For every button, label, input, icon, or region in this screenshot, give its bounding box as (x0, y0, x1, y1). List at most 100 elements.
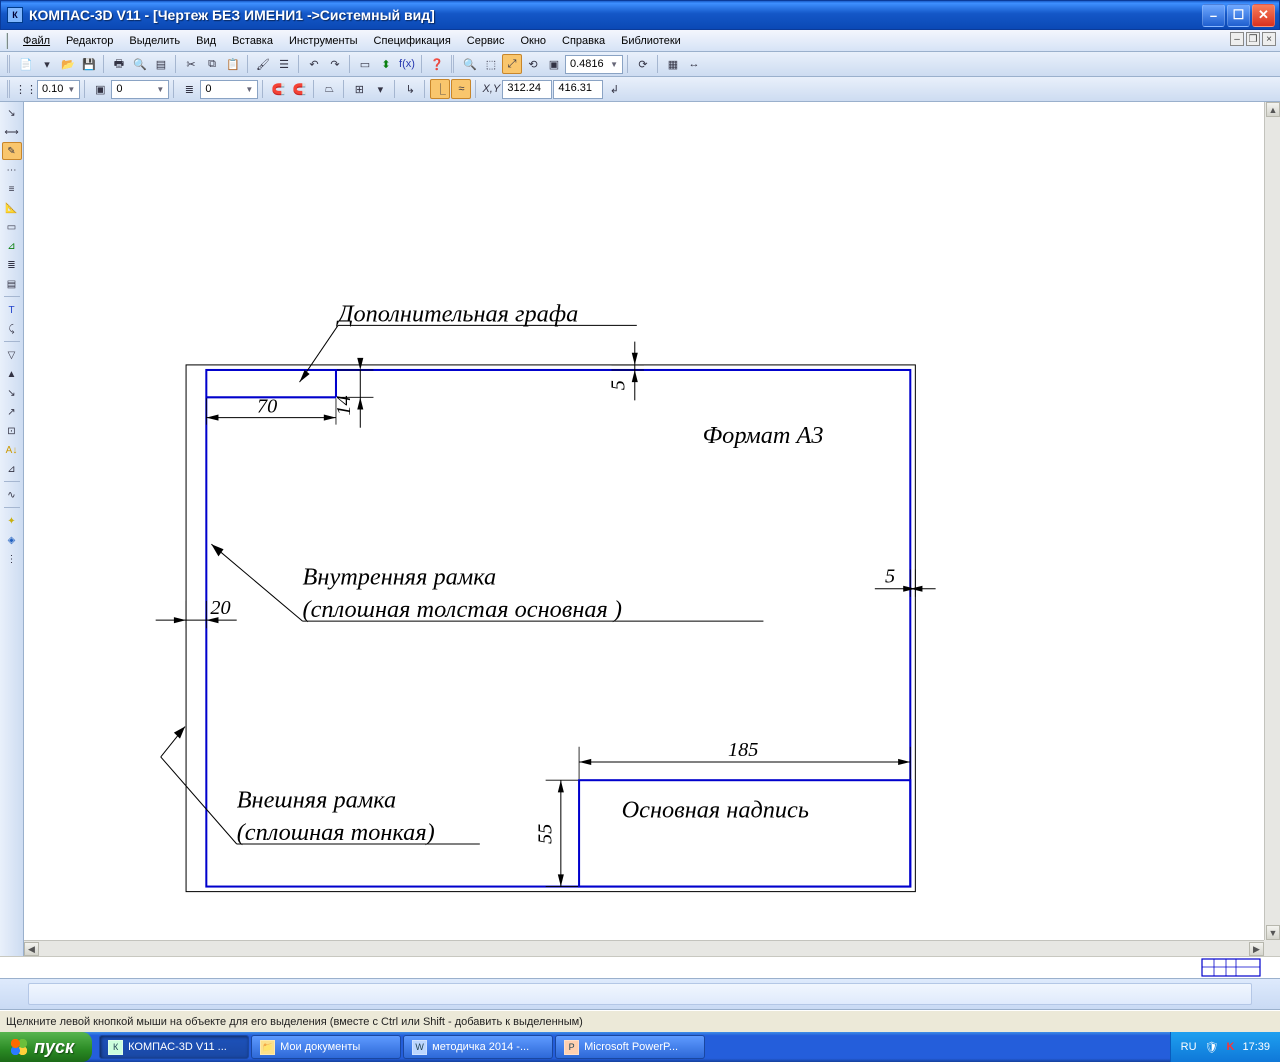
lcs-button[interactable]: ↳ (400, 79, 420, 99)
menu-help[interactable]: Справка (554, 33, 613, 49)
language-indicator[interactable]: RU (1181, 1041, 1197, 1053)
tool-text-btn[interactable]: Т (2, 301, 22, 319)
round-button[interactable]: ≈ (451, 79, 471, 99)
mdi-minimize-button[interactable]: – (1230, 32, 1244, 46)
zoom-prev-button[interactable]: ⟲ (523, 54, 543, 74)
menu-service[interactable]: Сервис (459, 33, 513, 49)
taskbar-item-kompas[interactable]: ККОМПАС-3D V11 ... (99, 1035, 249, 1059)
panel-assoc-btn[interactable]: ▤ (2, 275, 22, 293)
grid-button[interactable]: ⊞ (349, 79, 369, 99)
window-minimize-button[interactable]: – (1202, 4, 1225, 27)
window-maximize-button[interactable]: ☐ (1227, 4, 1250, 27)
taskbar-item-powerpoint[interactable]: PMicrosoft PowerP... (555, 1035, 705, 1059)
cut-button[interactable]: ✂ (181, 54, 201, 74)
zoom-fit-button[interactable]: ▣ (544, 54, 564, 74)
horizontal-scrollbar[interactable]: ◀ ▶ (24, 940, 1264, 956)
panel-report-btn[interactable]: ≣ (2, 256, 22, 274)
tray-antivirus-icon[interactable]: K (1227, 1041, 1235, 1053)
save-button[interactable]: 💾 (79, 54, 99, 74)
state-a-button[interactable]: ▣ (90, 79, 110, 99)
panel-measure-btn[interactable]: 📐 (2, 199, 22, 217)
menu-file[interactable]: Файл (15, 33, 58, 49)
param-button[interactable]: ⏢ (319, 79, 339, 99)
tray-clock[interactable]: 17:39 (1242, 1041, 1270, 1053)
copy-button[interactable]: ⧉ (202, 54, 222, 74)
menu-spec[interactable]: Спецификация (366, 33, 459, 49)
tool-leader-btn[interactable]: ⤹ (2, 320, 22, 338)
menu-edit[interactable]: Редактор (58, 33, 121, 49)
drawing-canvas[interactable]: 70 14 5 5 (24, 102, 1280, 956)
panel-annotate-btn[interactable]: ✎ (2, 142, 22, 160)
panel-spec-btn[interactable]: ⊿ (2, 237, 22, 255)
tool-arrow-btn[interactable]: ↘ (2, 384, 22, 402)
taskbar-item-word[interactable]: Wметодичка 2014 -... (403, 1035, 553, 1059)
tool-axis-btn[interactable]: ✦ (2, 512, 22, 530)
grid-dd-button[interactable]: ▾ (370, 79, 390, 99)
system-tray[interactable]: RU 🛡 K 17:39 (1170, 1032, 1280, 1062)
scroll-right-button[interactable]: ▶ (1249, 942, 1264, 956)
tool-table-btn[interactable]: ◈ (2, 531, 22, 549)
refresh-button[interactable]: ⟳ (633, 54, 653, 74)
undo-button[interactable]: ↶ (304, 54, 324, 74)
tray-shield-icon[interactable]: 🛡 (1205, 1041, 1219, 1054)
tool-pos-btn[interactable]: A↓ (2, 441, 22, 459)
panel-select-btn[interactable]: ▭ (2, 218, 22, 236)
zoom-in-button[interactable]: 🔍 (460, 54, 480, 74)
tool-center-btn[interactable]: ∿ (2, 486, 22, 504)
menu-tools[interactable]: Инструменты (281, 33, 366, 49)
new-dd-button[interactable]: ▾ (37, 54, 57, 74)
tool-more-btn[interactable]: ⋮ (2, 550, 22, 568)
properties-button[interactable]: ☰ (274, 54, 294, 74)
paste-button[interactable]: 📋 (223, 54, 243, 74)
variables-button[interactable]: f(x) (397, 54, 417, 74)
menu-view[interactable]: Вид (188, 33, 224, 49)
panel-edit-btn[interactable]: ⋯ (2, 161, 22, 179)
coord-y-field[interactable]: 416.31 (553, 80, 603, 99)
scroll-up-button[interactable]: ▲ (1266, 102, 1280, 117)
library-button[interactable]: ⬍ (376, 54, 396, 74)
panel-dimension-btn[interactable]: ⟷ (2, 123, 22, 141)
spec-button[interactable]: ▤ (151, 54, 171, 74)
new-button[interactable]: 📄 (16, 54, 36, 74)
view-mgr-button[interactable]: ▦ (663, 54, 683, 74)
property-panel-inner[interactable] (28, 983, 1252, 1005)
redo-button[interactable]: ↷ (325, 54, 345, 74)
snap-toggle-button[interactable]: 🧲 (268, 79, 288, 99)
coord-x-field[interactable]: 312.24 (502, 80, 552, 99)
snap-settings-button[interactable]: 🧲 (289, 79, 309, 99)
panel-param-btn[interactable]: ≡ (2, 180, 22, 198)
state-a-combo[interactable]: 0▼ (111, 80, 169, 99)
whatsthis-button[interactable]: ❓ (427, 54, 447, 74)
mdi-close-button[interactable]: × (1262, 32, 1276, 46)
library-mgr-button[interactable]: ▭ (355, 54, 375, 74)
coord-lock-button[interactable]: ↲ (604, 79, 624, 99)
tool-tolerance-btn[interactable]: ⊿ (2, 460, 22, 478)
menu-select[interactable]: Выделить (121, 33, 188, 49)
menu-libs[interactable]: Библиотеки (613, 33, 689, 49)
panel-geometry-btn[interactable]: ↘ (2, 104, 22, 122)
tool-brand-btn[interactable]: ⊡ (2, 422, 22, 440)
step-combo[interactable]: 0.10▼ (37, 80, 80, 99)
scroll-left-button[interactable]: ◀ (24, 942, 39, 956)
layers-combo[interactable]: 0▼ (200, 80, 258, 99)
tool-base-btn[interactable]: ▲ (2, 365, 22, 383)
tool-rough-btn[interactable]: ▽ (2, 346, 22, 364)
zoom-window-button[interactable]: ⬚ (481, 54, 501, 74)
ortho-button[interactable]: ⎿ (430, 79, 450, 99)
print-button[interactable]: 🖶 (109, 54, 129, 74)
zoom-value-combo[interactable]: 0.4816▼ (565, 55, 623, 74)
menu-insert[interactable]: Вставка (224, 33, 281, 49)
tool-line-leader-btn[interactable]: ↗ (2, 403, 22, 421)
mdi-restore-button[interactable]: ❐ (1246, 32, 1260, 46)
step-button[interactable]: ⋮⋮ (16, 79, 36, 99)
style-button[interactable]: 🖌 (253, 54, 273, 74)
view-shift-button[interactable]: ↔ (684, 54, 704, 74)
menu-window[interactable]: Окно (512, 33, 554, 49)
taskbar-item-documents[interactable]: 📁Мои документы (251, 1035, 401, 1059)
zoom-dynamic-button[interactable]: ⤢ (502, 54, 522, 74)
window-close-button[interactable]: ✕ (1252, 4, 1275, 27)
start-button[interactable]: пуск (0, 1032, 92, 1062)
vertical-scrollbar[interactable]: ▲ ▼ (1264, 102, 1280, 940)
open-button[interactable]: 📂 (58, 54, 78, 74)
preview-button[interactable]: 🔍 (130, 54, 150, 74)
